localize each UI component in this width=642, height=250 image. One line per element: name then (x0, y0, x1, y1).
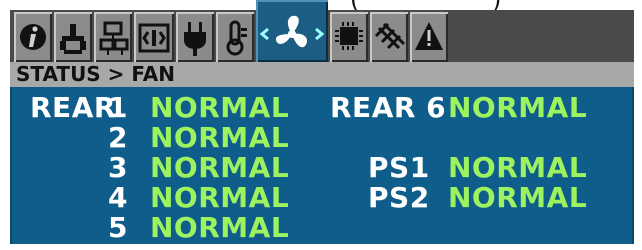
tab-modules[interactable] (370, 12, 408, 62)
tab-network[interactable] (54, 12, 92, 62)
tab-io[interactable] (134, 12, 174, 62)
rear6-label: REAR 6 (330, 91, 447, 124)
clipped-parenthesis-right: ) (492, 0, 501, 10)
tab-power[interactable] (176, 12, 214, 62)
fan-number: 3 (108, 151, 128, 184)
fan-status-panel: REAR 1 NORMAL 2 NORMAL 3 NORMAL 4 NORMAL… (10, 87, 634, 244)
thermometer-icon (226, 20, 247, 56)
ps1-label: PS1 (368, 151, 430, 184)
tab-temperature[interactable] (216, 12, 254, 62)
tab-cpu[interactable] (330, 12, 368, 62)
breadcrumb: STATUS > FAN (10, 62, 634, 87)
fan-icon (259, 15, 325, 48)
fan-status-value: NORMAL (150, 121, 290, 154)
fan-status-value: NORMAL (150, 151, 290, 184)
warning-icon (415, 22, 443, 50)
fan-number: 5 (108, 211, 128, 244)
clipped-parenthesis-left: ( (350, 0, 359, 10)
fan-status-window: ( ) (0, 0, 642, 250)
rear6-status: NORMAL (448, 91, 588, 124)
ps2-status: NORMAL (448, 181, 588, 214)
fan-status-value: NORMAL (150, 91, 290, 124)
ps1-status: NORMAL (448, 151, 588, 184)
rear-group-label: REAR (30, 91, 116, 124)
servers-icon (99, 21, 129, 55)
ps2-label: PS2 (368, 181, 430, 214)
power-plug-icon (184, 22, 206, 56)
fan-number: 2 (108, 121, 128, 154)
chip-icon (335, 22, 363, 50)
info-icon (20, 24, 46, 50)
io-icon (138, 23, 170, 53)
tab-fan[interactable] (256, 0, 328, 62)
tab-servers[interactable] (94, 12, 132, 62)
tab-info[interactable] (14, 12, 52, 62)
fan-status-value: NORMAL (150, 211, 290, 244)
fan-number: 4 (108, 181, 128, 214)
network-icon (60, 24, 86, 54)
fan-number: 1 (108, 91, 128, 124)
grid-icon (374, 22, 406, 50)
fan-status-value: NORMAL (150, 181, 290, 214)
tab-warning[interactable] (410, 12, 448, 62)
